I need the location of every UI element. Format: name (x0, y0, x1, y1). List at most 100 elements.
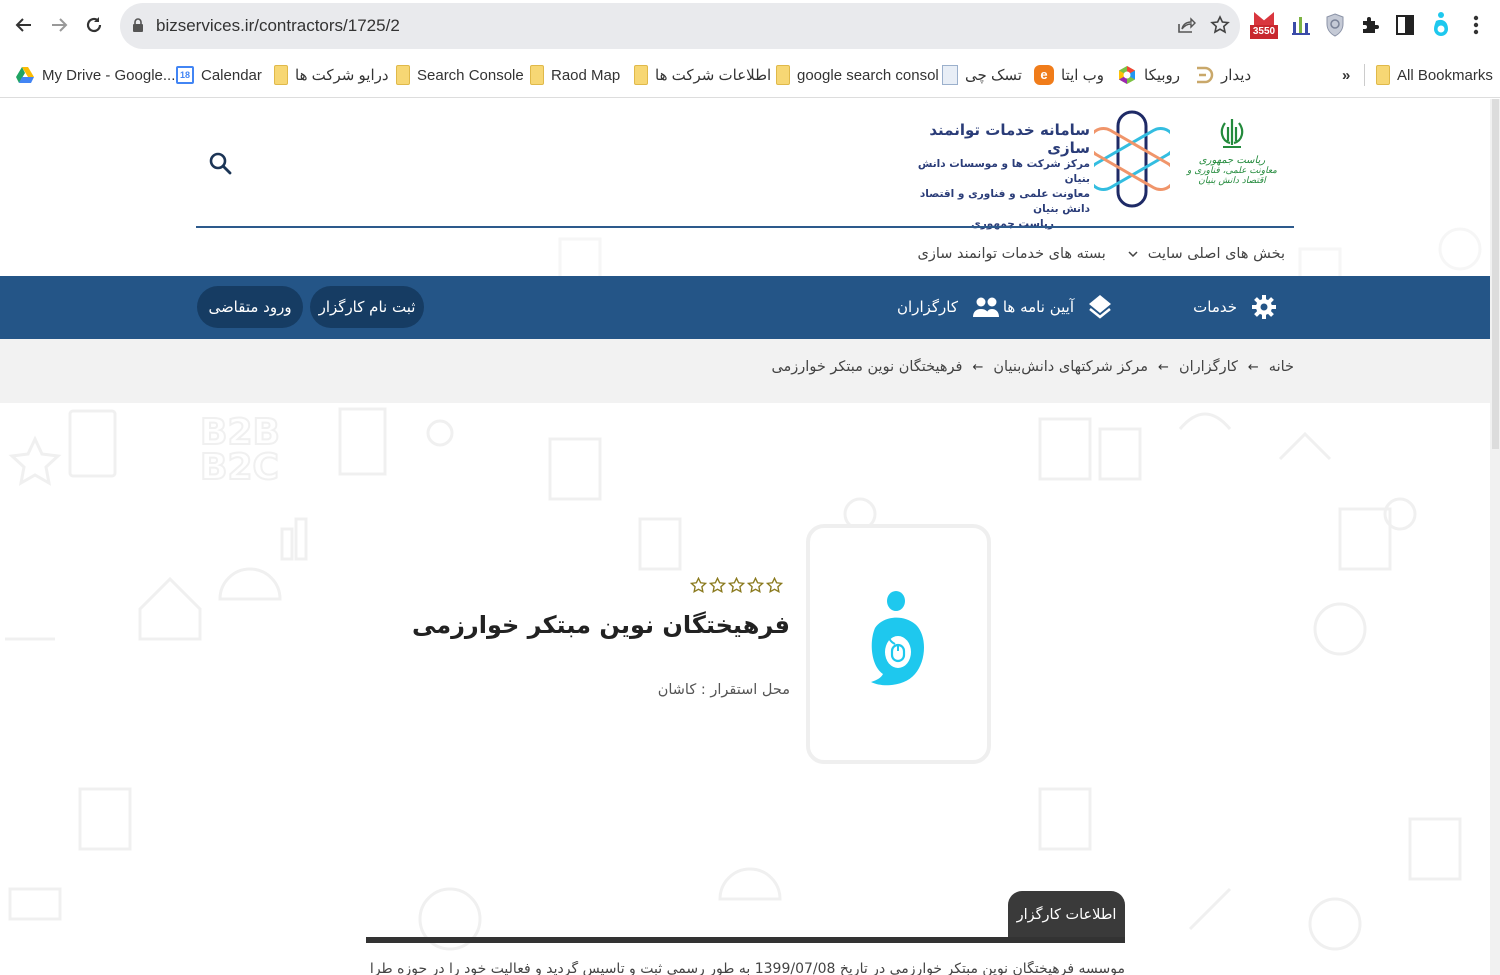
subnav-label: بسته های خدمات توانمند سازی (917, 246, 1106, 262)
eitaa-icon: e (1034, 65, 1054, 85)
arrow-left-icon: ← (1158, 359, 1169, 375)
tab-agent-info[interactable]: اطلاعات کارگزار (1008, 891, 1125, 938)
breadcrumb-home[interactable]: خانه (1269, 359, 1294, 375)
mail-badge: 3550 (1250, 25, 1278, 39)
logo-subtitle: ریاست جمهوری (971, 218, 1054, 230)
nav-item-agents[interactable]: کارگزاران (897, 292, 1000, 322)
bookmark-label: All Bookmarks (1397, 66, 1493, 84)
bookmark-web-eitaa[interactable]: e وب ایتا (1034, 64, 1104, 86)
bookmark-all-bookmarks[interactable]: All Bookmarks (1376, 64, 1493, 86)
star-icon (747, 577, 764, 594)
rating-stars (690, 577, 783, 594)
subnav-item-service-packages[interactable]: بسته های خدمات توانمند سازی (918, 246, 1106, 262)
google-drive-icon (16, 67, 34, 83)
circle-pattern-icon (426, 419, 454, 447)
puzzle-icon (1363, 17, 1379, 33)
applicant-login-button[interactable]: ورود متقاضی (197, 286, 303, 328)
nav-label: آیین نامه ها (1002, 298, 1074, 316)
folder-icon (530, 65, 544, 85)
bookmark-taskchi[interactable]: تسک چی (942, 64, 1022, 86)
bookmark-label: درایو شرکت ها (295, 67, 389, 84)
logo-subtitle: معاونت علمی و فناوری و اقتصاد دانش بنیان (919, 188, 1090, 215)
breadcrumb-bar: خانه ← کارگزاران ← مرکز شرکتهای دانش‌بنی… (0, 339, 1490, 403)
site-logo-icon[interactable] (1094, 109, 1170, 209)
star-icon (709, 577, 726, 594)
calculator-pattern-icon (68, 409, 117, 478)
nav-item-regulations[interactable]: آیین نامه ها (1003, 292, 1112, 322)
side-panel-button[interactable] (1391, 10, 1419, 40)
bookmark-google-search-consol[interactable]: google search consol (776, 64, 939, 86)
bar-chart-extension-icon (1292, 17, 1310, 35)
scrollbar-thumb[interactable] (1492, 99, 1499, 449)
company-logo-card (806, 524, 991, 764)
nav-label: کارگزاران (897, 298, 958, 316)
bookmark-label: تسک چی (965, 67, 1022, 84)
search-icon[interactable] (208, 151, 234, 177)
bookmark-label: google search consol (797, 66, 939, 84)
document-icon (942, 65, 958, 85)
bookmark-label: روبیکا (1144, 67, 1181, 84)
rubika-icon (1119, 66, 1135, 84)
site-logo-text[interactable]: سامانه خدمات توانمند سازی مرکز شرکت ها و… (895, 121, 1090, 232)
subnav-label: بخش های اصلی سایت (1147, 246, 1285, 262)
breadcrumb-knowledge-center[interactable]: مرکز شرکتهای دانش‌بنیان (993, 359, 1148, 375)
company-name: فرهیختگان نوین مبتکر خوارزمی (411, 611, 790, 639)
clipboard-pattern-icon (338, 407, 387, 476)
reload-button[interactable] (81, 12, 107, 38)
bookmark-label: Calendar (201, 66, 262, 84)
b2b-pattern-text: B2B (200, 412, 280, 453)
background-pattern: B2B B2C (5, 137, 1482, 951)
register-agent-button[interactable]: ثبت نام کارگزار (310, 286, 424, 328)
subnav-item-main-sections[interactable]: بخش های اصلی سایت (1128, 246, 1285, 262)
secondary-nav: بخش های اصلی سایت بسته های خدمات توانمند… (900, 239, 1285, 269)
chart-extension[interactable] (1287, 10, 1315, 40)
chevron-down-icon (1128, 251, 1138, 258)
breadcrumb-current: فرهیختگان نوین مبتکر خوارزمی (771, 359, 963, 375)
bookmark-rubika[interactable]: روبیکا (1117, 64, 1180, 86)
folder-icon (396, 65, 410, 85)
browser-menu-button[interactable] (1462, 10, 1490, 40)
government-emblem: ریاست جمهوری معاونت علمی، فناوری و اقتصا… (1176, 117, 1288, 199)
bookmark-label: اطلاعات شرکت ها (655, 67, 772, 84)
company-location: محل استقرار : کاشان (657, 682, 790, 698)
star-pattern-icon (8, 435, 62, 486)
arrow-right-icon (52, 18, 68, 32)
arrow-left-icon (15, 18, 31, 32)
extensions-button[interactable] (1356, 10, 1384, 40)
star-icon (690, 577, 707, 594)
bookmark-label: دیدار (1221, 67, 1252, 84)
share-icon[interactable] (1175, 15, 1197, 37)
logo-subtitle: مرکز شرکت ها و موسسات دانش بنیان (917, 158, 1090, 185)
bookmark-search-console[interactable]: Search Console (396, 64, 524, 86)
bookmark-my-drive[interactable]: My Drive - Google... (15, 64, 175, 86)
folder-icon (1376, 65, 1390, 85)
bookmarks-overflow-button[interactable]: » (1342, 64, 1350, 86)
page-viewport: B2B B2C سامانه خدمات توانمند سازی مرکز ش… (0, 99, 1490, 975)
bookmark-didar[interactable]: دیدار (1194, 64, 1251, 86)
back-button[interactable] (11, 12, 37, 38)
folder-icon (634, 65, 648, 85)
url-text[interactable]: bizservices.ir/contractors/1725/2 (156, 16, 400, 36)
bookmark-company-info[interactable]: اطلاعات شرکت ها (634, 64, 771, 86)
address-bar[interactable]: bizservices.ir/contractors/1725/2 (120, 3, 1240, 49)
gear-icon (1252, 295, 1276, 319)
profile-extension[interactable] (1427, 10, 1455, 40)
bookmark-star-icon[interactable] (1209, 15, 1231, 37)
site-header: سامانه خدمات توانمند سازی مرکز شرکت ها و… (0, 99, 1490, 230)
mail-extension[interactable]: 3550 (1250, 10, 1278, 40)
bookmark-calendar[interactable]: 18 Calendar (176, 64, 262, 86)
bookmarks-separator (1364, 64, 1365, 86)
shield-extension[interactable] (1321, 10, 1349, 40)
arrow-left-icon: ← (1247, 359, 1259, 375)
iran-emblem-icon (1220, 119, 1244, 148)
users-icon (973, 297, 999, 317)
more-vertical-icon (1473, 15, 1479, 35)
main-nav: خدمات آیین نامه ها کارگزاران ثبت نام کار… (0, 276, 1490, 339)
breadcrumb-agents[interactable]: کارگزاران (1179, 359, 1238, 375)
layers-icon (1089, 295, 1111, 319)
side-panel-icon (1396, 15, 1414, 35)
forward-button[interactable] (46, 12, 72, 38)
bookmark-raod-map[interactable]: Raod Map (530, 64, 620, 86)
bookmark-drive-companies[interactable]: درایو شرکت ها (274, 64, 389, 86)
nav-item-services[interactable]: خدمات (1193, 292, 1277, 322)
